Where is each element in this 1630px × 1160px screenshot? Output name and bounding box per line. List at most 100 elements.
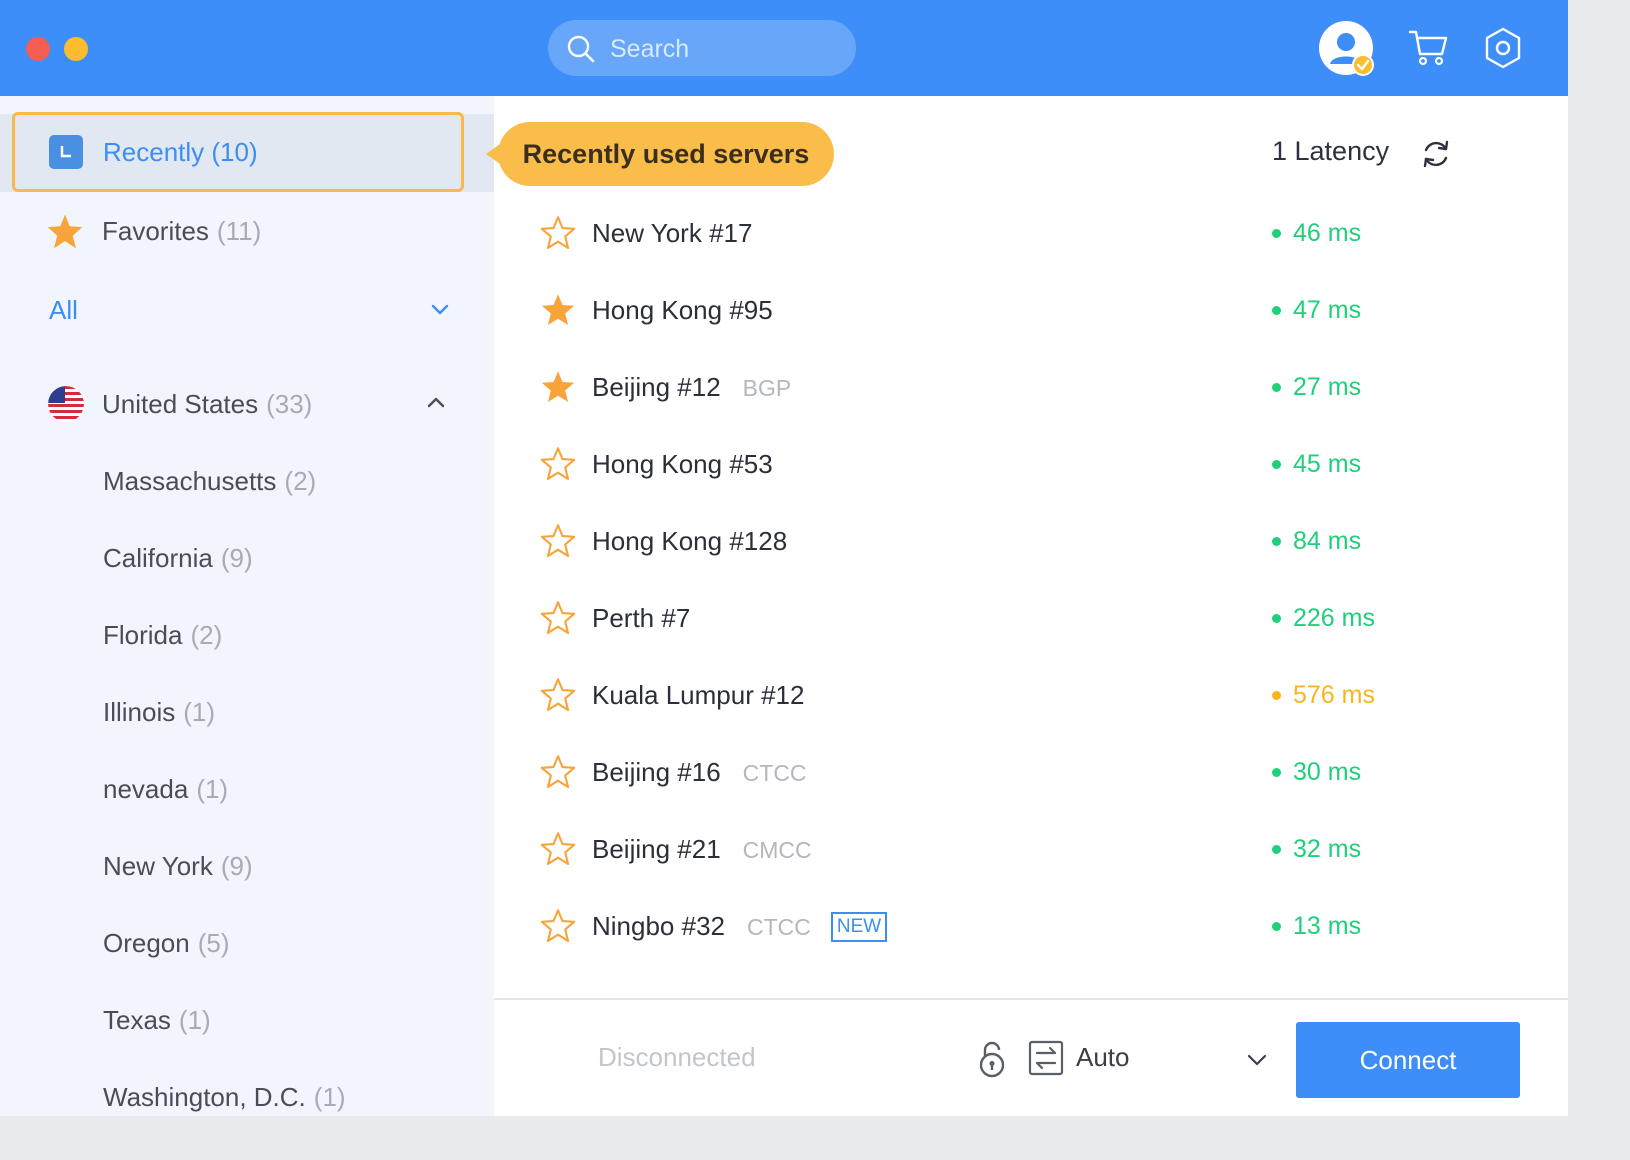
server-name-group: Hong Kong #95 [592,295,773,326]
server-name-group: Beijing #12 BGP [592,372,791,403]
server-name: Beijing #21 [592,834,721,864]
refresh-icon[interactable] [1420,138,1452,170]
sidebar-item-count: (2) [284,465,317,496]
minimize-window-button[interactable] [64,37,88,61]
star-outline-icon[interactable] [540,446,576,482]
connect-button[interactable]: Connect [1296,1022,1520,1098]
cart-icon[interactable] [1408,28,1450,68]
latency-value: 47 ms [1293,296,1362,324]
sidebar-item-count: (9) [220,850,253,881]
star-outline-icon[interactable] [540,754,576,790]
server-row[interactable]: Beijing #21 CMCC 32 ms [494,811,1568,888]
sidebar-item-recently[interactable]: Recently (10) [12,112,464,192]
close-window-button[interactable] [26,37,50,61]
server-name: Hong Kong #95 [592,295,773,325]
latency-status-dot [1272,460,1281,469]
filter-label: All [49,294,78,325]
latency-value: 226 ms [1293,604,1375,632]
sidebar-item-count: (1) [313,1081,346,1112]
server-name: Hong Kong #53 [592,449,773,479]
latency-status-dot [1272,306,1281,315]
sidebar-item-state[interactable]: nevada (1) [0,756,494,822]
search-icon [567,35,595,63]
server-row[interactable]: Ningbo #32 CTCC NEW 13 ms [494,888,1568,965]
sidebar-item-state[interactable]: California (9) [0,525,494,591]
server-name: Beijing #16 [592,757,721,787]
star-outline-icon[interactable] [540,600,576,636]
star-outline-icon[interactable] [540,677,576,713]
server-row[interactable]: Beijing #16 CTCC 30 ms [494,734,1568,811]
latency-group: 226 ms [1272,604,1375,633]
chevron-down-icon[interactable] [1246,1052,1268,1068]
star-outline-icon[interactable] [540,908,576,944]
server-tag: BGP [742,375,792,401]
sidebar-item-state[interactable]: Massachusetts (2) [0,448,494,514]
new-badge: NEW [830,912,888,942]
sidebar-item-label: Washington, D.C. [103,1081,306,1112]
sidebar-item-count: (1) [196,773,229,804]
latency-status-dot [1272,537,1281,546]
server-name: Kuala Lumpur #12 [592,680,805,710]
server-name-group: New York #17 [592,218,752,249]
sidebar-item-state[interactable]: Oregon (5) [0,910,494,976]
sidebar-item-label: Recently (10) [103,136,258,167]
filter-dropdown[interactable]: All [0,277,494,343]
sidebar-item-state[interactable]: Washington, D.C. (1) [0,1064,494,1116]
latency-sort-header[interactable]: 1 Latency [1272,136,1389,167]
sidebar-item-label: Florida [103,619,183,650]
sidebar-item-label: Favorites [102,215,209,246]
server-row[interactable]: Beijing #12 BGP 27 ms [494,349,1568,426]
server-row[interactable]: Hong Kong #95 47 ms [494,272,1568,349]
latency-group: 45 ms [1272,450,1361,479]
latency-value: 13 ms [1293,912,1362,940]
chevron-up-icon [427,397,445,408]
latency-value: 32 ms [1293,835,1362,863]
clock-icon [49,135,83,169]
sidebar-item-label: nevada [103,773,189,804]
server-row[interactable]: Perth #7 226 ms [494,580,1568,657]
server-row[interactable]: Hong Kong #53 45 ms [494,426,1568,503]
sidebar-item-count: (5) [197,927,230,958]
protocol-select[interactable]: Auto [1076,1042,1130,1073]
latency-group: 46 ms [1272,219,1361,248]
server-name: Ningbo #32 [592,911,725,941]
lock-icon[interactable] [976,1040,1008,1078]
latency-value: 27 ms [1293,373,1362,401]
star-outline-icon[interactable] [540,523,576,559]
star-filled-icon [47,214,83,249]
search-input[interactable] [608,30,842,68]
server-row[interactable]: New York #17 46 ms [494,195,1568,272]
server-name-group: Perth #7 [592,603,690,634]
sidebar-item-count: (1) [178,1004,211,1035]
server-name-group: Beijing #21 CMCC [592,834,812,865]
sidebar-item-state[interactable]: New York (9) [0,833,494,899]
server-name-group: Ningbo #32 CTCC NEW [592,911,888,942]
vpn-app-window: Recently (10) Favorites (11) All [0,0,1568,1116]
sidebar-item-state[interactable]: Texas (1) [0,987,494,1053]
latency-group: 27 ms [1272,373,1361,402]
server-row[interactable]: Kuala Lumpur #12 576 ms [494,657,1568,734]
latency-status-dot [1272,229,1281,238]
recently-tooltip: Recently used servers [486,122,834,186]
star-outline-icon[interactable] [540,215,576,251]
star-filled-icon[interactable] [540,292,576,328]
sidebar-item-count: (1) [183,696,216,727]
sidebar-item-favorites[interactable]: Favorites (11) [0,198,494,264]
sidebar: Recently (10) Favorites (11) All United … [0,96,494,1116]
settings-icon[interactable] [1482,26,1524,70]
search-bar[interactable] [548,20,856,76]
sidebar-item-state[interactable]: Illinois (1) [0,679,494,745]
server-row[interactable]: Hong Kong #128 84 ms [494,503,1568,580]
star-outline-icon[interactable] [540,831,576,867]
latency-group: 47 ms [1272,296,1361,325]
sidebar-item-united-states[interactable]: United States (33) [0,371,494,437]
user-avatar-icon[interactable] [1318,20,1378,80]
sidebar-item-state[interactable]: Florida (2) [0,602,494,668]
star-filled-icon[interactable] [540,369,576,405]
latency-status-dot [1272,768,1281,777]
sidebar-item-label: New York [103,850,213,881]
server-name: Hong Kong #128 [592,526,788,556]
server-name-group: Beijing #16 CTCC [592,757,807,788]
latency-value: 576 ms [1293,681,1375,709]
latency-group: 32 ms [1272,835,1361,864]
